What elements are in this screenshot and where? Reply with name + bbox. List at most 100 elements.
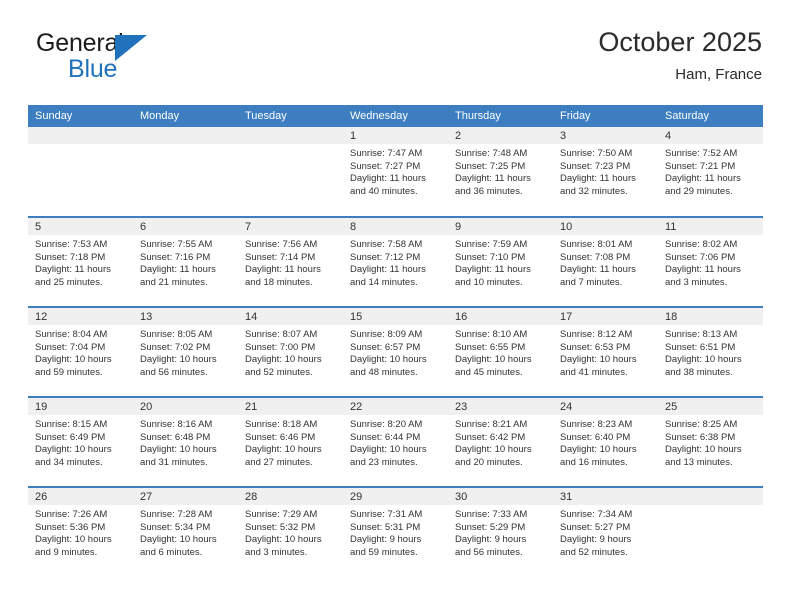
calendar-cell-empty xyxy=(28,127,133,217)
daylight-text-line2: and 59 minutes. xyxy=(35,366,103,378)
sunrise-text: Sunrise: 8:01 AM xyxy=(560,239,633,250)
sunrise-text: Sunrise: 8:23 AM xyxy=(560,419,633,430)
calendar-day-cell[interactable]: 23 Sunrise: 8:21 AM Sunset: 6:42 PM Dayligh… xyxy=(448,396,553,487)
sunset-text: Sunset: 6:46 PM xyxy=(245,431,316,443)
sunset-text: Sunset: 6:44 PM xyxy=(350,431,421,443)
calendar-day-cell[interactable]: 28 Sunrise: 7:29 AM Sunset: 5:32 PM Dayligh… xyxy=(238,486,343,577)
day-number: 4 xyxy=(658,127,763,144)
weekday-header-thursday: Thursday xyxy=(448,105,553,127)
daylight-text-line1: Daylight: 11 hours xyxy=(665,173,741,185)
calendar-day-cell[interactable]: 12 Sunrise: 8:04 AM Sunset: 7:04 PM Dayligh… xyxy=(28,306,133,397)
weekday-header-saturday: Saturday xyxy=(658,105,763,127)
day-details: Sunrise: 8:13 AM Sunset: 6:51 PM Daylight:… xyxy=(658,325,763,379)
day-number: 24 xyxy=(553,398,658,415)
daylight-text-line2: and 59 minutes. xyxy=(350,546,418,558)
daylight-text-line1: Daylight: 10 hours xyxy=(455,354,532,366)
sunrise-text: Sunrise: 8:05 AM xyxy=(140,329,213,340)
day-details: Sunrise: 7:52 AM Sunset: 7:21 PM Daylight:… xyxy=(658,144,763,198)
calendar-day-cell[interactable]: 4 Sunrise: 7:52 AM Sunset: 7:21 PM Daylight… xyxy=(658,127,763,217)
daylight-text-line1: Daylight: 9 hours xyxy=(455,534,527,546)
calendar-day-cell[interactable]: 15 Sunrise: 8:09 AM Sunset: 6:57 PM Dayligh… xyxy=(343,306,448,397)
calendar-day-cell[interactable]: 18 Sunrise: 8:13 AM Sunset: 6:51 PM Dayligh… xyxy=(658,306,763,397)
day-number: 6 xyxy=(133,218,238,235)
calendar-day-cell[interactable]: 27 Sunrise: 7:28 AM Sunset: 5:34 PM Dayligh… xyxy=(133,486,238,577)
day-details: Sunrise: 8:16 AM Sunset: 6:48 PM Daylight:… xyxy=(133,415,238,469)
calendar-day-cell[interactable]: 1 Sunrise: 7:47 AM Sunset: 7:27 PM Daylight… xyxy=(343,127,448,217)
sunrise-text: Sunrise: 8:20 AM xyxy=(350,419,423,430)
calendar-day-cell[interactable]: 26 Sunrise: 7:26 AM Sunset: 5:36 PM Dayligh… xyxy=(28,486,133,577)
calendar-day-cell[interactable]: 3 Sunrise: 7:50 AM Sunset: 7:23 PM Daylight… xyxy=(553,127,658,217)
day-details: Sunrise: 8:12 AM Sunset: 6:53 PM Daylight:… xyxy=(553,325,658,379)
sunset-text: Sunset: 7:08 PM xyxy=(560,251,631,263)
weekday-header-friday: Friday xyxy=(553,105,658,127)
daylight-text-line1: Daylight: 10 hours xyxy=(140,354,217,366)
calendar-day-cell[interactable]: 30 Sunrise: 7:33 AM Sunset: 5:29 PM Dayligh… xyxy=(448,486,553,577)
sunrise-text: Sunrise: 7:52 AM xyxy=(665,148,738,159)
brand-logo[interactable]: General Blue xyxy=(36,30,236,94)
day-number: 30 xyxy=(448,488,553,505)
daylight-text-line2: and 38 minutes. xyxy=(665,366,733,378)
calendar-day-cell[interactable]: 19 Sunrise: 8:15 AM Sunset: 6:49 PM Dayligh… xyxy=(28,396,133,487)
calendar-week-row: 5 Sunrise: 7:53 AM Sunset: 7:18 PM Daylight… xyxy=(28,216,763,307)
calendar-day-cell[interactable]: 9 Sunrise: 7:59 AM Sunset: 7:10 PM Daylight… xyxy=(448,216,553,307)
daylight-text-line2: and 21 minutes. xyxy=(140,276,208,288)
calendar-day-cell[interactable]: 29 Sunrise: 7:31 AM Sunset: 5:31 PM Dayligh… xyxy=(343,486,448,577)
calendar-day-cell[interactable]: 17 Sunrise: 8:12 AM Sunset: 6:53 PM Dayligh… xyxy=(553,306,658,397)
calendar-day-cell[interactable]: 16 Sunrise: 8:10 AM Sunset: 6:55 PM Dayligh… xyxy=(448,306,553,397)
calendar-day-cell[interactable]: 21 Sunrise: 8:18 AM Sunset: 6:46 PM Dayligh… xyxy=(238,396,343,487)
day-details: Sunrise: 7:58 AM Sunset: 7:12 PM Daylight:… xyxy=(343,235,448,289)
sunrise-text: Sunrise: 8:21 AM xyxy=(455,419,528,430)
calendar-day-cell[interactable]: 7 Sunrise: 7:56 AM Sunset: 7:14 PM Daylight… xyxy=(238,216,343,307)
calendar-day-cell[interactable]: 2 Sunrise: 7:48 AM Sunset: 7:25 PM Daylight… xyxy=(448,127,553,217)
sunrise-text: Sunrise: 7:26 AM xyxy=(35,509,108,520)
calendar-day-cell[interactable]: 20 Sunrise: 8:16 AM Sunset: 6:48 PM Dayligh… xyxy=(133,396,238,487)
calendar-day-cell[interactable]: 24 Sunrise: 8:23 AM Sunset: 6:40 PM Dayligh… xyxy=(553,396,658,487)
day-number: 29 xyxy=(343,488,448,505)
daylight-text-line1: Daylight: 11 hours xyxy=(665,264,741,276)
sunset-text: Sunset: 7:16 PM xyxy=(140,251,211,263)
daylight-text-line1: Daylight: 10 hours xyxy=(560,444,637,456)
calendar-day-cell[interactable]: 31 Sunrise: 7:34 AM Sunset: 5:27 PM Dayligh… xyxy=(553,486,658,577)
day-number: 13 xyxy=(133,308,238,325)
day-details: Sunrise: 7:34 AM Sunset: 5:27 PM Daylight:… xyxy=(553,505,658,559)
daylight-text-line1: Daylight: 10 hours xyxy=(245,534,322,546)
daylight-text-line1: Daylight: 11 hours xyxy=(455,173,531,185)
weekday-header-monday: Monday xyxy=(133,105,238,127)
day-details: Sunrise: 8:18 AM Sunset: 6:46 PM Daylight:… xyxy=(238,415,343,469)
calendar-day-cell[interactable]: 11 Sunrise: 8:02 AM Sunset: 7:06 PM Dayligh… xyxy=(658,216,763,307)
sunrise-text: Sunrise: 7:55 AM xyxy=(140,239,213,250)
day-number: 17 xyxy=(553,308,658,325)
calendar-day-cell[interactable]: 5 Sunrise: 7:53 AM Sunset: 7:18 PM Daylight… xyxy=(28,216,133,307)
daylight-text-line2: and 48 minutes. xyxy=(350,366,418,378)
sunrise-text: Sunrise: 8:25 AM xyxy=(665,419,738,430)
calendar-day-cell[interactable]: 13 Sunrise: 8:05 AM Sunset: 7:02 PM Dayligh… xyxy=(133,306,238,397)
sunrise-text: Sunrise: 8:18 AM xyxy=(245,419,318,430)
calendar-day-cell[interactable]: 14 Sunrise: 8:07 AM Sunset: 7:00 PM Dayligh… xyxy=(238,306,343,397)
sunset-text: Sunset: 7:00 PM xyxy=(245,341,316,353)
day-details: Sunrise: 8:21 AM Sunset: 6:42 PM Daylight:… xyxy=(448,415,553,469)
sunset-text: Sunset: 6:53 PM xyxy=(560,341,631,353)
daylight-text-line2: and 40 minutes. xyxy=(350,185,418,197)
sunrise-text: Sunrise: 7:47 AM xyxy=(350,148,423,159)
calendar-day-cell[interactable]: 25 Sunrise: 8:25 AM Sunset: 6:38 PM Dayligh… xyxy=(658,396,763,487)
day-number: 26 xyxy=(28,488,133,505)
sunrise-text: Sunrise: 7:28 AM xyxy=(140,509,213,520)
sunset-text: Sunset: 6:42 PM xyxy=(455,431,526,443)
day-number xyxy=(238,127,343,144)
title-block: October 2025 Ham, France xyxy=(598,26,762,86)
sunrise-text: Sunrise: 7:31 AM xyxy=(350,509,423,520)
calendar-day-cell[interactable]: 22 Sunrise: 8:20 AM Sunset: 6:44 PM Dayligh… xyxy=(343,396,448,487)
sunset-text: Sunset: 6:40 PM xyxy=(560,431,631,443)
calendar-week-row: 1 Sunrise: 7:47 AM Sunset: 7:27 PM Daylight… xyxy=(28,127,763,217)
calendar-day-cell[interactable]: 10 Sunrise: 8:01 AM Sunset: 7:08 PM Dayligh… xyxy=(553,216,658,307)
sunrise-text: Sunrise: 7:29 AM xyxy=(245,509,318,520)
calendar-day-cell[interactable]: 6 Sunrise: 7:55 AM Sunset: 7:16 PM Daylight… xyxy=(133,216,238,307)
sunrise-sunset-calendar-table: Sunday Monday Tuesday Wednesday Thursday Frid… xyxy=(28,105,763,577)
day-details: Sunrise: 7:53 AM Sunset: 7:18 PM Daylight:… xyxy=(28,235,133,289)
calendar-day-cell[interactable]: 8 Sunrise: 7:58 AM Sunset: 7:12 PM Daylight… xyxy=(343,216,448,307)
day-number: 7 xyxy=(238,218,343,235)
sunset-text: Sunset: 5:27 PM xyxy=(560,521,631,533)
daylight-text-line1: Daylight: 10 hours xyxy=(140,444,217,456)
sunrise-text: Sunrise: 8:04 AM xyxy=(35,329,108,340)
sunrise-text: Sunrise: 7:48 AM xyxy=(455,148,528,159)
